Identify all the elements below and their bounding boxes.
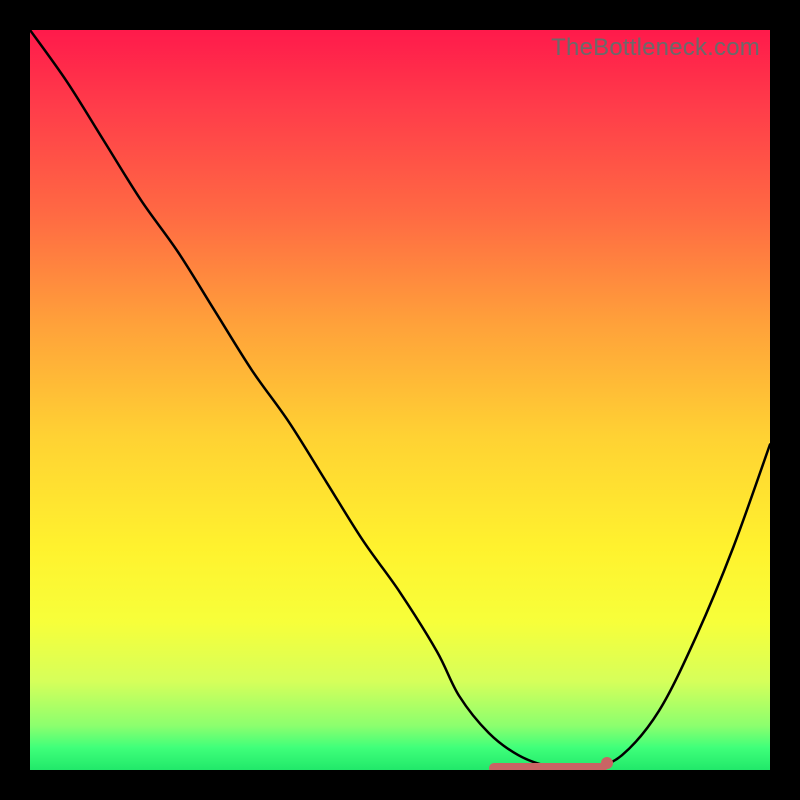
plot-area: TheBottleneck.com [30,30,770,770]
optimal-point-marker [601,757,613,769]
bottleneck-curve [30,30,770,770]
optimal-range-band [489,763,607,770]
chart-frame: TheBottleneck.com [0,0,800,800]
